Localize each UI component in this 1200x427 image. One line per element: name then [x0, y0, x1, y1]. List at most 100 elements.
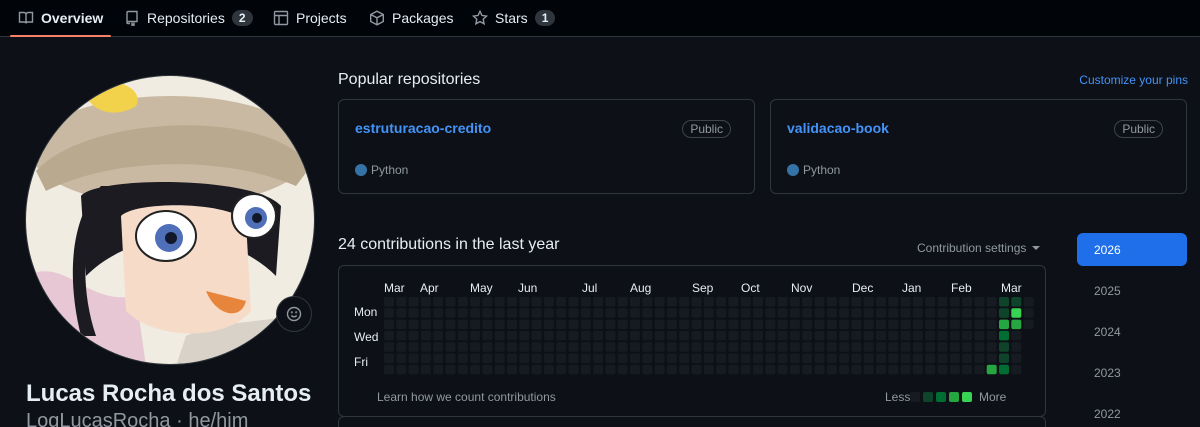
- contribution-day[interactable]: [568, 364, 579, 375]
- contribution-day[interactable]: [420, 330, 431, 341]
- contribution-day[interactable]: [789, 330, 800, 341]
- contribution-day[interactable]: [826, 330, 837, 341]
- contribution-day[interactable]: [949, 364, 960, 375]
- contribution-day[interactable]: [703, 353, 714, 364]
- contribution-day[interactable]: [900, 353, 911, 364]
- contribution-day[interactable]: [949, 319, 960, 330]
- contribution-day[interactable]: [814, 319, 825, 330]
- contribution-day[interactable]: [949, 353, 960, 364]
- contribution-day[interactable]: [408, 330, 419, 341]
- contribution-day[interactable]: [420, 308, 431, 318]
- contribution-day[interactable]: [617, 319, 628, 330]
- contribution-day[interactable]: [728, 319, 739, 330]
- contribution-day[interactable]: [925, 308, 936, 318]
- contribution-day[interactable]: [814, 297, 825, 307]
- contribution-day[interactable]: [605, 364, 616, 375]
- contribution-day[interactable]: [543, 319, 554, 330]
- contribution-day[interactable]: [691, 330, 702, 341]
- contribution-day[interactable]: [507, 297, 517, 307]
- contribution-day[interactable]: [470, 308, 481, 318]
- contribution-day[interactable]: [925, 297, 936, 307]
- contribution-day[interactable]: [999, 353, 1009, 364]
- contribution-day[interactable]: [863, 364, 874, 375]
- contribution-day[interactable]: [605, 319, 616, 330]
- contribution-day[interactable]: [728, 330, 739, 341]
- contribution-day[interactable]: [384, 353, 394, 364]
- contribution-day[interactable]: [531, 319, 542, 330]
- year-2025[interactable]: 2025: [1077, 274, 1187, 307]
- contribution-day[interactable]: [876, 297, 886, 307]
- contribution-day[interactable]: [470, 330, 481, 341]
- contribution-day[interactable]: [826, 319, 837, 330]
- contribution-day[interactable]: [605, 297, 616, 307]
- contribution-day[interactable]: [445, 319, 456, 330]
- contribution-day[interactable]: [507, 364, 517, 375]
- contribution-day[interactable]: [814, 330, 825, 341]
- contribution-day[interactable]: [716, 353, 727, 364]
- contribution-day[interactable]: [986, 308, 997, 318]
- contribution-day[interactable]: [543, 297, 554, 307]
- contribution-day[interactable]: [999, 319, 1009, 330]
- contribution-day[interactable]: [777, 342, 788, 352]
- contribution-day[interactable]: [753, 353, 763, 364]
- contribution-day[interactable]: [556, 353, 567, 364]
- contribution-day[interactable]: [912, 342, 923, 352]
- contribution-day[interactable]: [962, 319, 973, 330]
- contribution-day[interactable]: [937, 330, 948, 341]
- contribution-day[interactable]: [593, 364, 604, 375]
- contribution-day[interactable]: [912, 364, 923, 375]
- contribution-day[interactable]: [396, 353, 407, 364]
- contribution-day[interactable]: [974, 342, 985, 352]
- contribution-day[interactable]: [445, 364, 456, 375]
- contribution-day[interactable]: [654, 308, 665, 318]
- contribution-day[interactable]: [876, 319, 886, 330]
- contribution-day[interactable]: [396, 364, 407, 375]
- contribution-day[interactable]: [457, 319, 468, 330]
- contribution-day[interactable]: [863, 342, 874, 352]
- contribution-day[interactable]: [543, 353, 554, 364]
- year-2023[interactable]: 2023: [1077, 356, 1187, 389]
- contribution-day[interactable]: [457, 297, 468, 307]
- contribution-day[interactable]: [630, 342, 640, 352]
- contribution-day[interactable]: [568, 297, 579, 307]
- contribution-day[interactable]: [457, 353, 468, 364]
- contribution-day[interactable]: [986, 364, 997, 375]
- contribution-day[interactable]: [789, 297, 800, 307]
- contribution-day[interactable]: [1023, 308, 1034, 318]
- contribution-day[interactable]: [851, 342, 862, 352]
- contribution-day[interactable]: [420, 297, 431, 307]
- contribution-day[interactable]: [494, 319, 505, 330]
- contribution-day[interactable]: [925, 364, 936, 375]
- contribution-day[interactable]: [691, 308, 702, 318]
- contribution-day[interactable]: [568, 342, 579, 352]
- contribution-day[interactable]: [384, 330, 394, 341]
- contribution-day[interactable]: [593, 319, 604, 330]
- contribution-day[interactable]: [937, 308, 948, 318]
- contribution-day[interactable]: [691, 297, 702, 307]
- contribution-day[interactable]: [630, 297, 640, 307]
- contribution-day[interactable]: [445, 353, 456, 364]
- contribution-day[interactable]: [666, 364, 677, 375]
- contribution-day[interactable]: [580, 353, 591, 364]
- contribution-day[interactable]: [1011, 330, 1022, 341]
- contribution-day[interactable]: [507, 342, 517, 352]
- contribution-day[interactable]: [802, 297, 813, 307]
- contribution-day[interactable]: [654, 353, 665, 364]
- contribution-day[interactable]: [777, 297, 788, 307]
- contribution-day[interactable]: [408, 308, 419, 318]
- contribution-day[interactable]: [568, 308, 579, 318]
- contribution-day[interactable]: [593, 308, 604, 318]
- contribution-day[interactable]: [482, 353, 493, 364]
- contribution-day[interactable]: [974, 308, 985, 318]
- contribution-day[interactable]: [703, 297, 714, 307]
- contribution-day[interactable]: [679, 342, 690, 352]
- contribution-day[interactable]: [568, 330, 579, 341]
- contribution-day[interactable]: [470, 342, 481, 352]
- contribution-day[interactable]: [826, 364, 837, 375]
- contribution-day[interactable]: [1011, 353, 1022, 364]
- contribution-day[interactable]: [851, 319, 862, 330]
- contribution-day[interactable]: [962, 297, 973, 307]
- contribution-day[interactable]: [482, 330, 493, 341]
- contribution-day[interactable]: [839, 330, 850, 341]
- contribution-day[interactable]: [679, 330, 690, 341]
